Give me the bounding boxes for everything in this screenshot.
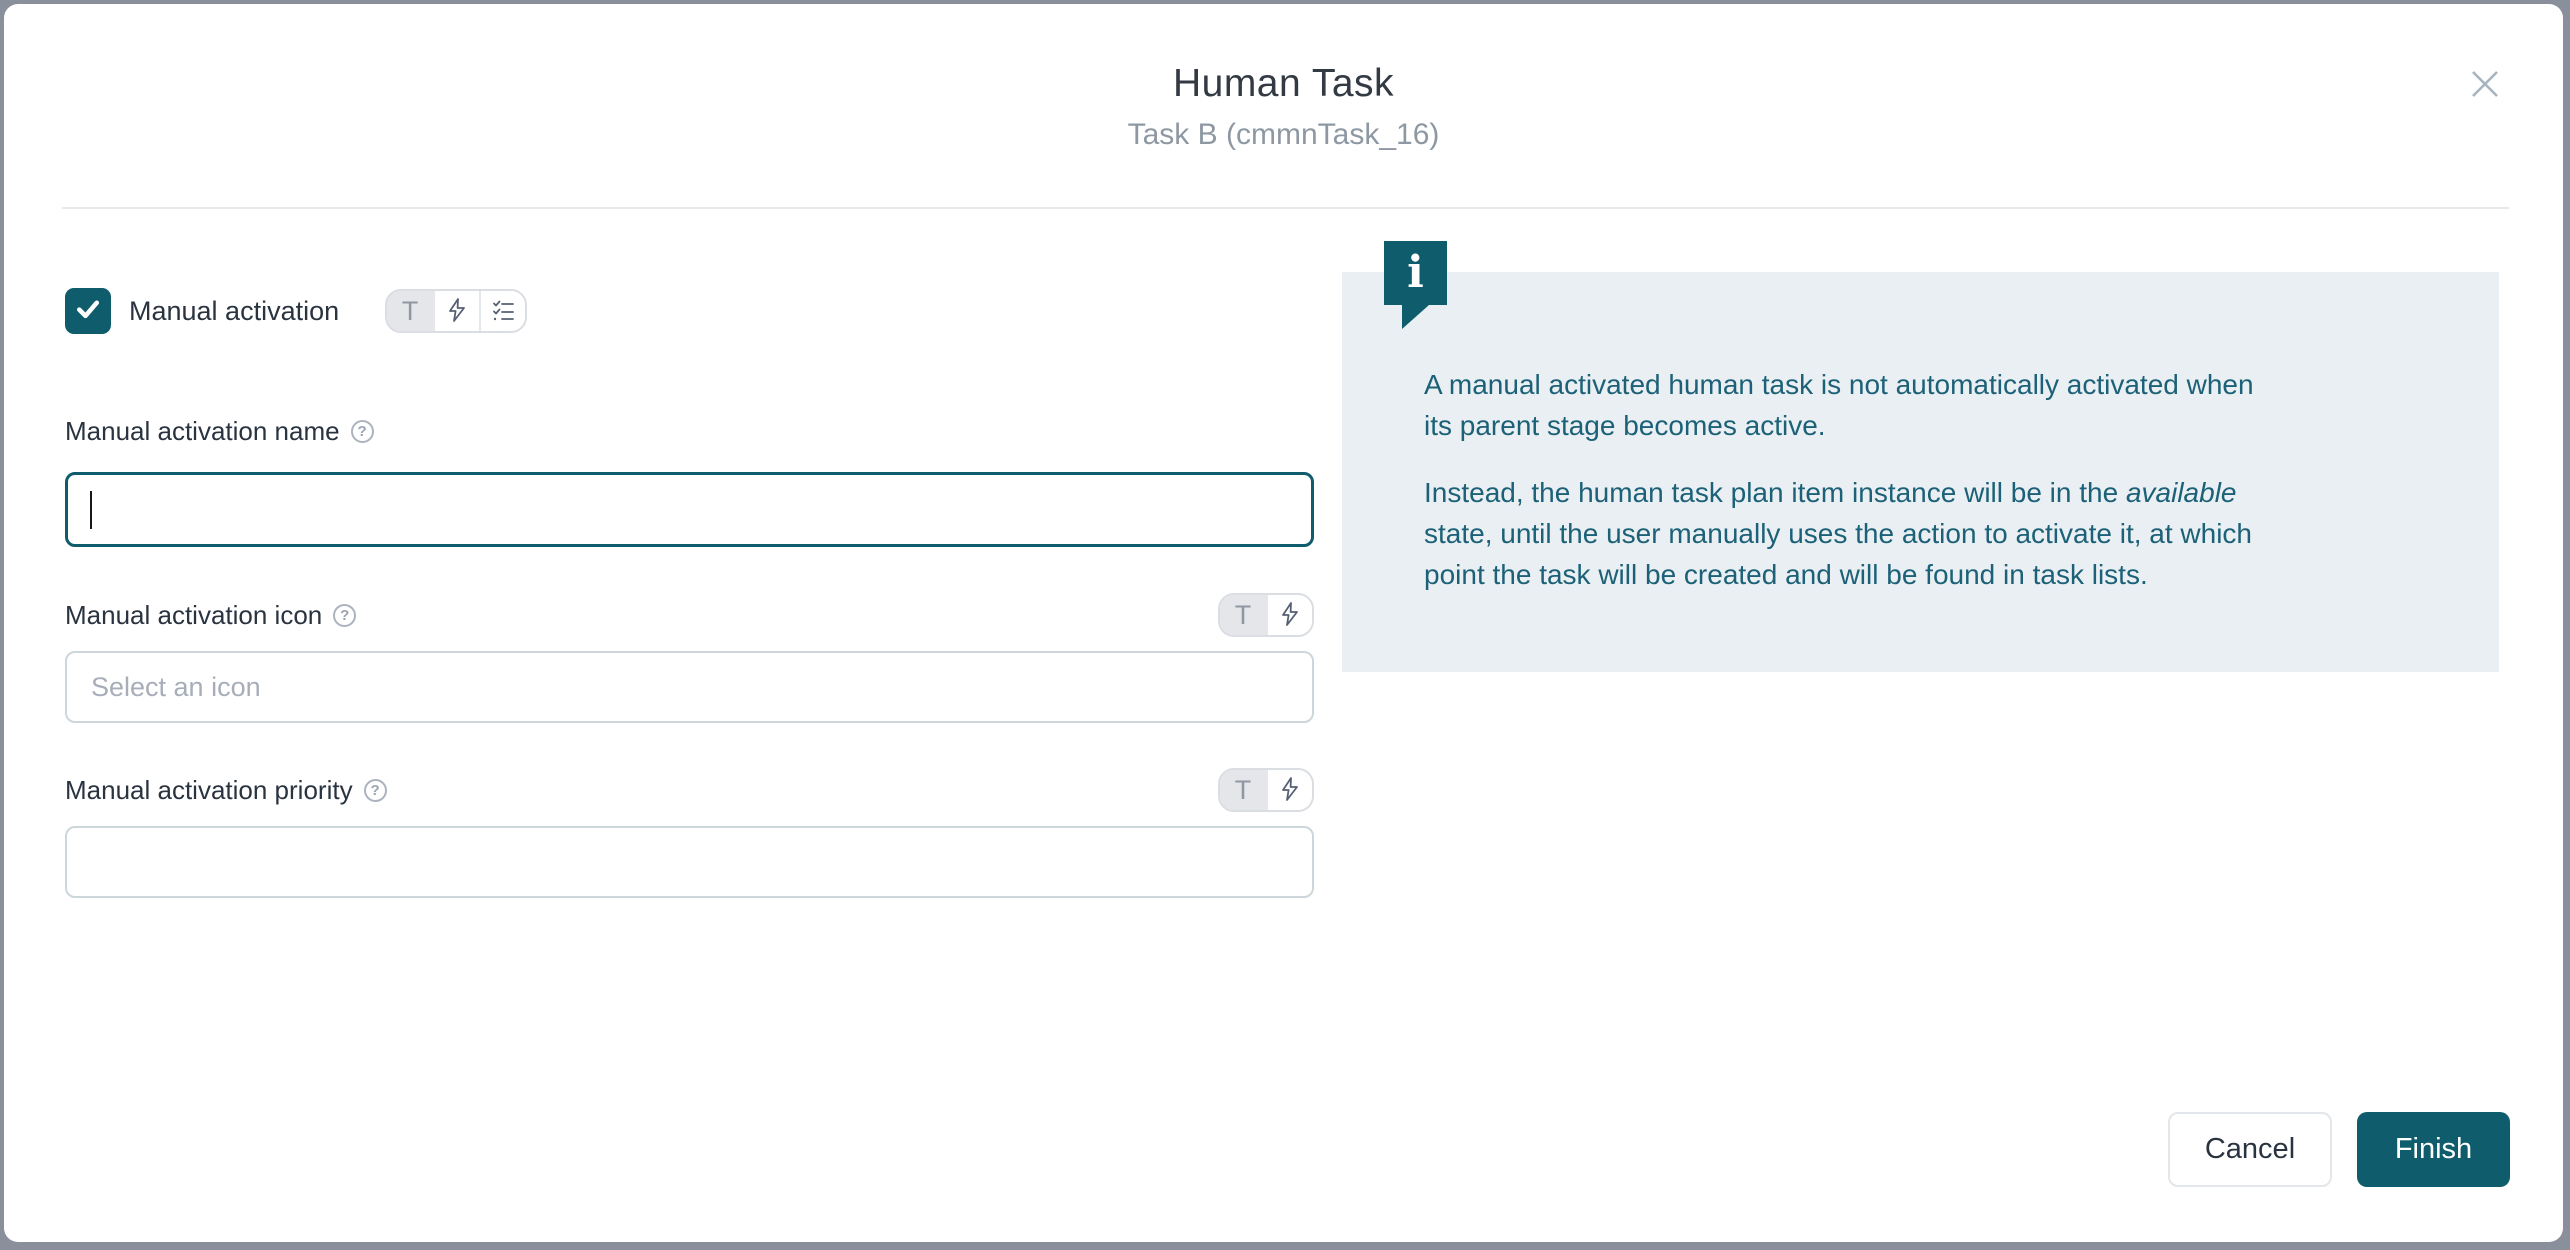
name-help-icon[interactable]: ? xyxy=(351,420,374,443)
lightning-icon xyxy=(445,297,469,326)
checklist-icon xyxy=(490,297,516,326)
manual-activation-icon-input[interactable] xyxy=(65,651,1314,723)
icon-label-row: Manual activation icon ? T xyxy=(65,593,1314,637)
checkmark-icon xyxy=(73,294,103,329)
icon-help-icon[interactable]: ? xyxy=(333,604,356,627)
cancel-button[interactable]: Cancel xyxy=(2168,1112,2332,1187)
manual-activation-checkbox[interactable] xyxy=(65,288,111,334)
finish-button[interactable]: Finish xyxy=(2357,1112,2510,1187)
icon-static-text-toggle[interactable]: T xyxy=(1220,595,1266,635)
text-caret xyxy=(90,491,92,529)
static-text-toggle[interactable]: T xyxy=(387,291,433,331)
info-paragraph-2: Instead, the human task plan item instan… xyxy=(1424,472,2274,595)
manual-activation-row: Manual activation T xyxy=(65,288,1314,334)
text-icon: T xyxy=(402,296,419,327)
priority-label-row: Manual activation priority ? T xyxy=(65,768,1314,812)
info-panel: i A manual activated human task is not a… xyxy=(1342,272,2499,672)
priority-value-type-toggle-group: T xyxy=(1218,768,1314,812)
name-label-row: Manual activation name ? xyxy=(65,415,1314,447)
priority-static-text-toggle[interactable]: T xyxy=(1220,770,1266,810)
name-label: Manual activation name ? xyxy=(65,416,374,447)
manual-activation-name-input[interactable] xyxy=(65,472,1314,547)
info-paragraph-1: A manual activated human task is not aut… xyxy=(1424,364,2274,446)
value-type-toggle-group: T xyxy=(385,289,527,333)
dialog-title: Human Task xyxy=(4,62,2563,106)
text-icon: T xyxy=(1235,600,1252,631)
icon-expression-toggle[interactable] xyxy=(1266,595,1312,635)
manual-activation-label: Manual activation xyxy=(129,296,339,327)
conditions-toggle[interactable] xyxy=(479,291,525,331)
priority-label: Manual activation priority ? xyxy=(65,775,387,806)
dialog-subtitle: Task B (cmmnTask_16) xyxy=(4,118,2563,152)
lightning-icon xyxy=(1278,776,1302,805)
icon-label: Manual activation icon ? xyxy=(65,600,356,631)
close-icon xyxy=(2468,67,2502,106)
text-icon: T xyxy=(1235,775,1252,806)
priority-help-icon[interactable]: ? xyxy=(364,779,387,802)
close-button[interactable] xyxy=(2465,66,2505,106)
dialog-footer: Cancel Finish xyxy=(2168,1112,2510,1187)
expression-toggle[interactable] xyxy=(433,291,479,331)
icon-value-type-toggle-group: T xyxy=(1218,593,1314,637)
lightning-icon xyxy=(1278,601,1302,630)
info-icon: i xyxy=(1384,241,1447,305)
form-column: Manual activation T xyxy=(65,288,1314,898)
priority-expression-toggle[interactable] xyxy=(1266,770,1312,810)
header-divider xyxy=(62,207,2509,209)
manual-activation-priority-input[interactable] xyxy=(65,826,1314,898)
human-task-dialog: Human Task Task B (cmmnTask_16) Manual a… xyxy=(4,4,2563,1242)
